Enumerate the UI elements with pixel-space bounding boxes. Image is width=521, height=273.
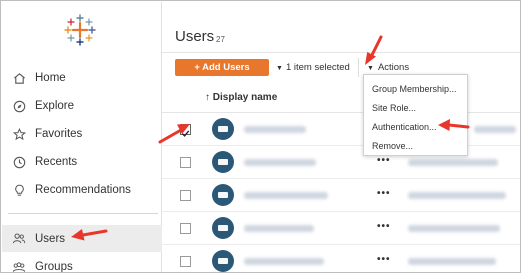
user-name-redacted [244,192,328,199]
row-actions-button[interactable]: ••• [377,188,391,199]
groups-icon [12,260,26,272]
user-count-badge: 27 [216,35,225,44]
avatar [212,151,234,173]
sidebar-item-label: Recents [35,156,78,168]
tableau-logo[interactable] [64,14,96,46]
toolbar-divider [162,52,520,53]
chevron-down-icon: ▼ [276,65,283,72]
avatar [212,250,234,272]
avatar [212,217,234,239]
compass-icon [12,99,26,113]
sidebar-item-home[interactable]: Home [2,64,162,92]
user-name-redacted [244,258,324,265]
selection-count[interactable]: ▼ 1 item selected [276,62,350,73]
sidebar-item-label: Home [35,72,66,84]
user-detail-redacted [408,258,496,265]
sidebar-nav: Home Explore Favorites Recents Recommend… [2,64,162,204]
user-detail-redacted [474,126,516,133]
user-name-redacted [244,225,314,232]
sidebar-item-label: Explore [35,100,74,112]
home-icon [12,71,26,85]
app-window: Home Explore Favorites Recents Recommend… [0,0,521,273]
column-header-label: Display name [212,92,278,103]
avatar [212,118,234,140]
user-detail-redacted [408,159,498,166]
sidebar-item-recents[interactable]: Recents [2,148,162,176]
selection-label: 1 item selected [285,62,350,73]
sidebar-item-explore[interactable]: Explore [2,92,162,120]
star-icon [12,127,26,141]
sort-ascending-icon: ↑ [205,92,210,103]
page-title: Users [175,28,215,45]
sidebar-item-label: Users [35,232,66,245]
column-header-display-name[interactable]: ↑ Display name [205,92,277,103]
user-name-redacted [244,126,306,133]
annotation-arrow-authentication [438,119,470,131]
row-checkbox[interactable] [180,223,191,234]
table-row[interactable]: ••• [162,212,520,245]
row-checkbox[interactable] [180,157,191,168]
sidebar-item-favorites[interactable]: Favorites [2,120,162,148]
row-actions-button[interactable]: ••• [377,254,391,265]
menu-item-site-role[interactable]: Site Role... [364,98,467,117]
sidebar-divider [8,213,158,214]
actions-menu: Group Membership... Site Role... Authent… [363,74,468,156]
annotation-arrow-users [71,229,108,241]
sidebar-item-label: Favorites [35,128,83,140]
row-actions-button[interactable]: ••• [377,155,391,166]
user-detail-redacted [408,192,506,199]
sidebar-item-groups[interactable]: Groups [2,257,162,273]
sidebar-item-label: Recommendations [35,184,131,196]
avatar [212,184,234,206]
annotation-arrow-checkbox [158,124,190,144]
row-actions-button[interactable]: ••• [377,221,391,232]
user-detail-redacted [408,225,500,232]
sidebar-item-recommendations[interactable]: Recommendations [2,176,162,204]
clock-icon [12,155,26,169]
lightbulb-icon [12,183,26,197]
menu-item-remove[interactable]: Remove... [364,136,467,155]
annotation-arrow-actions [365,35,383,65]
table-row[interactable]: ••• [162,245,520,272]
users-icon [12,232,26,246]
sidebar-item-label: Groups [35,261,73,273]
user-name-redacted [244,159,316,166]
toolbar-separator [358,58,359,77]
table-row[interactable]: ••• [162,179,520,212]
main-content: Users 27 + Add Users ▼ 1 item selected ▼ A… [162,2,520,272]
menu-item-group-membership[interactable]: Group Membership... [364,79,467,98]
row-checkbox[interactable] [180,256,191,267]
row-checkbox[interactable] [180,190,191,201]
add-users-button[interactable]: + Add Users [175,59,269,76]
